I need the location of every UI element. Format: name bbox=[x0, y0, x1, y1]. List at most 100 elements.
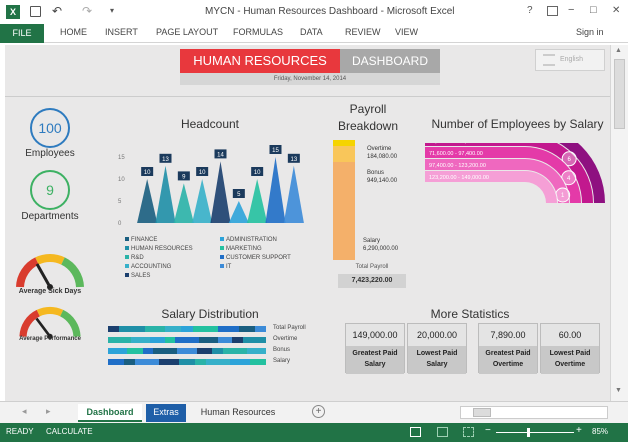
minimize-button[interactable]: − bbox=[568, 4, 574, 16]
dist-bar bbox=[108, 348, 267, 354]
salary-dist-chart: Total Payroll Overtime Bonus Salary bbox=[108, 325, 318, 371]
maximize-button[interactable]: □ bbox=[590, 4, 597, 16]
tab-review[interactable]: REVIEW bbox=[345, 27, 381, 37]
horizontal-scrollbar[interactable] bbox=[460, 406, 608, 419]
language-button[interactable]: English bbox=[535, 49, 605, 71]
payroll-bonus-segment bbox=[333, 146, 355, 162]
dist-segment bbox=[194, 359, 206, 365]
dist-segment bbox=[153, 348, 178, 354]
dist-segment bbox=[134, 359, 160, 365]
zoom-slider-thumb[interactable] bbox=[527, 428, 530, 437]
sheet-tab-dashboard[interactable]: Dashboard bbox=[78, 404, 142, 422]
performance-label: Average Performance bbox=[19, 336, 81, 342]
stat-label: Lowest Paid Salary bbox=[408, 346, 466, 374]
tab-view[interactable]: VIEW bbox=[395, 27, 418, 37]
dist-segment bbox=[108, 348, 128, 354]
stats-title: More Statistics bbox=[430, 307, 510, 321]
sheet-tab-extras[interactable]: Extras bbox=[146, 404, 186, 422]
zoom-level[interactable]: 85% bbox=[592, 427, 608, 436]
headcount-bar bbox=[210, 161, 231, 223]
payroll-overtime-label: Overtime 184,080.00 bbox=[367, 145, 397, 161]
dist-series-label: Bonus bbox=[273, 347, 291, 353]
dist-segment bbox=[150, 337, 165, 343]
dist-segment bbox=[127, 348, 143, 354]
stat-lowest-salary: 20,000.00 Lowest Paid Salary bbox=[407, 323, 467, 374]
dist-segment bbox=[211, 348, 223, 354]
dist-bar bbox=[108, 337, 266, 343]
dist-segment bbox=[250, 359, 267, 365]
tab-data[interactable]: DATA bbox=[300, 27, 323, 37]
dist-segment bbox=[232, 337, 243, 343]
sheet-tab-human-resources[interactable]: Human Resources bbox=[192, 404, 284, 422]
tab-page-layout[interactable]: PAGE LAYOUT bbox=[156, 27, 218, 37]
tab-insert[interactable]: INSERT bbox=[105, 27, 138, 37]
payroll-salary-label: Salary 6,290,000.00 bbox=[363, 237, 398, 253]
zoom-in-button[interactable]: + bbox=[576, 425, 582, 436]
close-button[interactable]: ✕ bbox=[612, 5, 620, 16]
page-break-view-icon[interactable] bbox=[463, 427, 474, 437]
y-tick-label: 15 bbox=[118, 155, 125, 161]
help-button[interactable]: ? bbox=[527, 5, 533, 16]
bonus-name: Bonus bbox=[367, 170, 385, 176]
status-calculate[interactable]: CALCULATE bbox=[46, 427, 93, 436]
file-tab[interactable]: FILE bbox=[0, 24, 44, 43]
sick-days-gauge bbox=[16, 254, 84, 290]
dist-segment bbox=[181, 326, 193, 332]
dist-segment bbox=[119, 326, 145, 332]
dist-segment bbox=[123, 359, 135, 365]
headcount-bar bbox=[192, 179, 213, 223]
legend-item: CUSTOMER SUPPORT bbox=[220, 255, 291, 261]
data-label: 14 bbox=[217, 152, 224, 158]
scroll-down-icon[interactable]: ▼ bbox=[615, 387, 622, 394]
legend-item: R&D bbox=[125, 255, 144, 261]
dist-segment bbox=[217, 326, 239, 332]
stat-lowest-overtime: 60.00 Lowest Paid Overtime bbox=[540, 323, 600, 374]
dist-segment bbox=[108, 326, 120, 332]
ribbon-options-icon[interactable] bbox=[547, 6, 558, 16]
dist-segment bbox=[222, 348, 247, 354]
prev-sheet-icon[interactable]: ◂ bbox=[22, 406, 27, 417]
headcount-legend: FINANCE HUMAN RESOURCES R&D ACCOUNTING SALES… bbox=[125, 237, 315, 287]
stat-value: 7,890.00 bbox=[479, 324, 537, 346]
headcount-bar bbox=[228, 201, 249, 223]
add-sheet-button[interactable]: + bbox=[312, 405, 325, 418]
next-sheet-icon[interactable]: ▸ bbox=[46, 406, 51, 417]
page-layout-view-icon[interactable] bbox=[437, 427, 448, 437]
salary-employees-title: Number of Employees by Salary bbox=[431, 117, 604, 131]
headcount-title: Headcount bbox=[180, 117, 240, 131]
dist-segment bbox=[217, 337, 233, 343]
vertical-scrollbar[interactable]: ▲ ▼ bbox=[610, 45, 628, 401]
normal-view-icon[interactable] bbox=[410, 427, 421, 437]
tab-home[interactable]: HOME bbox=[60, 27, 87, 37]
dist-segment bbox=[242, 337, 266, 343]
sign-in-link[interactable]: Sign in bbox=[576, 27, 604, 37]
payroll-salary-segment bbox=[333, 162, 355, 260]
qat-dropdown-icon[interactable]: ▾ bbox=[110, 6, 114, 15]
stat-label: Lowest Paid Overtime bbox=[541, 346, 599, 374]
flag-icon bbox=[543, 54, 555, 66]
legend-item: ADMINISTRATION bbox=[220, 237, 277, 243]
zoom-slider[interactable] bbox=[496, 432, 574, 433]
excel-logo-icon: X bbox=[6, 5, 20, 19]
headcount-bar bbox=[247, 179, 268, 223]
headcount-bar bbox=[265, 157, 286, 223]
dist-series-label: Overtime bbox=[273, 336, 298, 342]
zoom-out-button[interactable]: − bbox=[485, 425, 491, 436]
scroll-up-icon[interactable]: ▲ bbox=[615, 47, 622, 54]
save-icon[interactable] bbox=[30, 6, 41, 17]
dist-segment bbox=[142, 348, 154, 354]
scroll-thumb[interactable] bbox=[614, 59, 625, 129]
payroll-bonus-label: Bonus 949,140.00 bbox=[367, 169, 397, 185]
dist-segment bbox=[108, 337, 132, 343]
overtime-amount: 184,080.00 bbox=[367, 154, 398, 160]
salary-name: Salary bbox=[363, 238, 381, 244]
hscroll-thumb[interactable] bbox=[473, 408, 491, 417]
dist-segment bbox=[131, 337, 151, 343]
tab-formulas[interactable]: FORMULAS bbox=[233, 27, 283, 37]
y-tick-label: 5 bbox=[118, 199, 122, 205]
sheet-tabs-bar: ◂ ▸ Dashboard Extras Human Resources + bbox=[0, 401, 628, 423]
undo-icon[interactable]: ↶ bbox=[52, 4, 62, 18]
employees-label: Employees bbox=[25, 148, 75, 159]
data-label: 13 bbox=[162, 157, 169, 163]
redo-icon[interactable]: ↷ bbox=[82, 4, 92, 18]
